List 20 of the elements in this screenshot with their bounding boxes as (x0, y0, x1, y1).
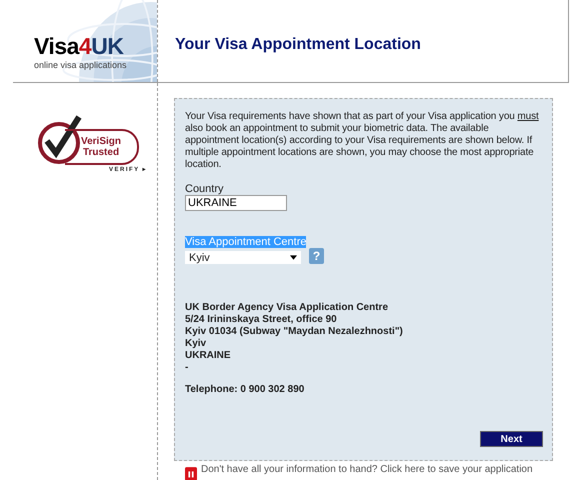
logo-tagline: online visa applications (34, 60, 127, 70)
address-line: Kyiv 01034 (Subway "Maydan Nezalezhnosti") (185, 326, 404, 338)
next-button[interactable]: Next (480, 431, 543, 447)
address-line: UKRAINE (185, 350, 232, 362)
caret-icon (290, 255, 297, 260)
country-label: Country (185, 183, 225, 195)
address-line: - (185, 362, 190, 374)
page-title: Your Visa Appointment Location (175, 36, 421, 55)
intro-text: Your Visa requirements have shown that as part of your Visa application you must also book an appointment to submit your biometric data. The available appointment location(s) according to your Visa requirements are shown below. If multiple appointment locations are shown, you may choose the most appropriate location. (185, 111, 540, 171)
centre-dropdown[interactable]: Kyiv (185, 251, 301, 264)
logo: Visa4UK (34, 33, 125, 59)
address-line: UK Border Agency Visa Application Centre (185, 302, 390, 314)
address-line: Kyiv (185, 338, 208, 350)
pause-icon[interactable] (185, 467, 197, 480)
address-line: 5/24 Irininskaya Street, office 90 (185, 314, 338, 326)
centre-label: Visa Appointment Centre (185, 236, 306, 248)
badge-label: VeriSign Trusted (65, 129, 139, 165)
country-field[interactable]: UKRAINE (185, 195, 287, 211)
telephone-text: Telephone: 0 900 302 890 (185, 384, 306, 395)
save-application-link[interactable]: Don't have all your information to hand? Click here to save your application (201, 464, 533, 475)
